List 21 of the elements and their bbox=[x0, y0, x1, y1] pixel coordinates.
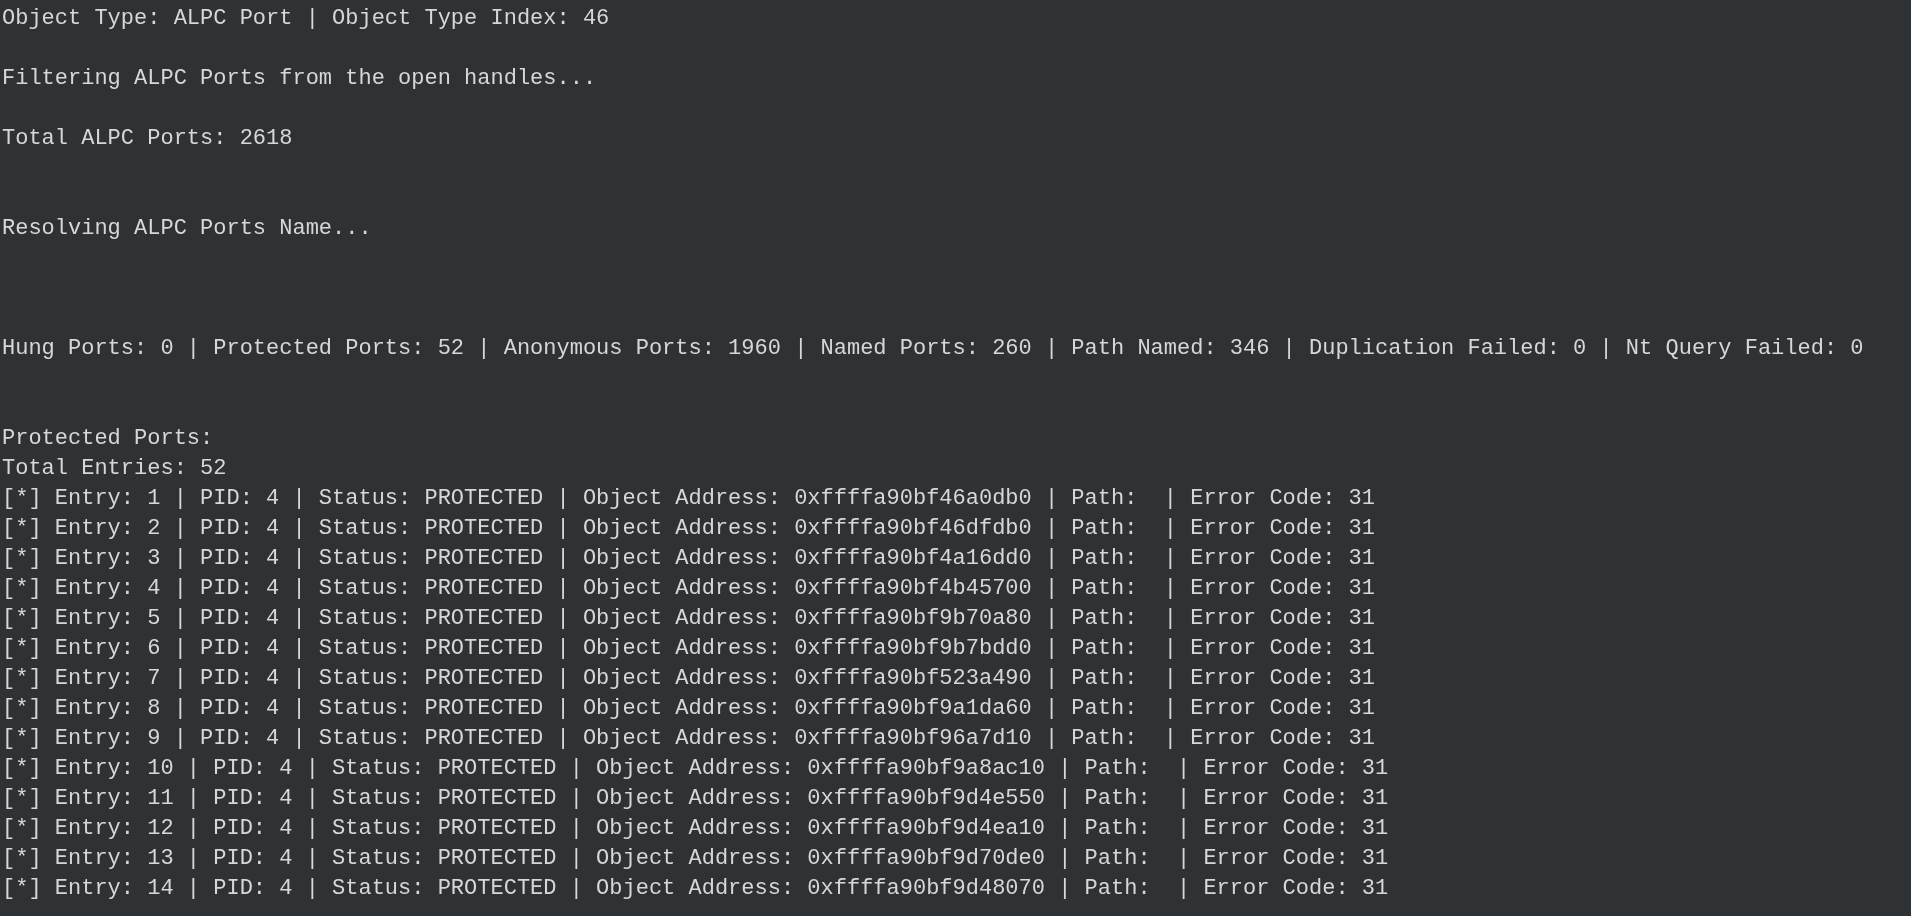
entry-line: [*] Entry: 14 | PID: 4 | Status: PROTECTED | Object Address: 0xffffa90bf9d48070 | Path: | Error Code: 31 bbox=[2, 875, 1389, 903]
entry-line: [*] Entry: 4 | PID: 4 | Status: PROTECTED | Object Address: 0xffffa90bf4b45700 | Path: | Error Code: 31 bbox=[2, 575, 1376, 603]
entry-line: [*] Entry: 5 | PID: 4 | Status: PROTECTED | Object Address: 0xffffa90bf9b70a80 | Path: | Error Code: 31 bbox=[2, 605, 1376, 633]
output-line: Total ALPC Ports: 2618 bbox=[2, 125, 293, 153]
entry-line: [*] Entry: 9 | PID: 4 | Status: PROTECTED | Object Address: 0xffffa90bf96a7d10 | Path: | Error Code: 31 bbox=[2, 725, 1376, 753]
output-line: Hung Ports: 0 | Protected Ports: 52 | Anonymous Ports: 1960 | Named Ports: 260 | Path Named: 346 | Duplication Failed: 0 | Nt Query Failed: 0 bbox=[2, 335, 1864, 363]
section-heading: Protected Ports: bbox=[2, 425, 214, 453]
output-line: Resolving ALPC Ports Name... bbox=[2, 215, 372, 243]
entry-line: [*] Entry: 13 | PID: 4 | Status: PROTECTED | Object Address: 0xffffa90bf9d70de0 | Path: | Error Code: 31 bbox=[2, 845, 1389, 873]
entry-line: [*] Entry: 11 | PID: 4 | Status: PROTECTED | Object Address: 0xffffa90bf9d4e550 | Path: | Error Code: 31 bbox=[2, 785, 1389, 813]
output-line: Total Entries: 52 bbox=[2, 455, 227, 483]
entry-line: [*] Entry: 6 | PID: 4 | Status: PROTECTED | Object Address: 0xffffa90bf9b7bdd0 | Path: | Error Code: 31 bbox=[2, 635, 1376, 663]
entry-line: [*] Entry: 2 | PID: 4 | Status: PROTECTED | Object Address: 0xffffa90bf46dfdb0 | Path: | Error Code: 31 bbox=[2, 515, 1376, 543]
entry-line: [*] Entry: 3 | PID: 4 | Status: PROTECTED | Object Address: 0xffffa90bf4a16dd0 | Path: | Error Code: 31 bbox=[2, 545, 1376, 573]
entry-line: [*] Entry: 1 | PID: 4 | Status: PROTECTED | Object Address: 0xffffa90bf46a0db0 | Path: | Error Code: 31 bbox=[2, 485, 1376, 513]
entry-line: [*] Entry: 10 | PID: 4 | Status: PROTECTED | Object Address: 0xffffa90bf9a8ac10 | Path: | Error Code: 31 bbox=[2, 755, 1389, 783]
entry-line: [*] Entry: 7 | PID: 4 | Status: PROTECTED | Object Address: 0xffffa90bf523a490 | Path: | Error Code: 31 bbox=[2, 665, 1376, 693]
entry-line: [*] Entry: 12 | PID: 4 | Status: PROTECTED | Object Address: 0xffffa90bf9d4ea10 | Path: | Error Code: 31 bbox=[2, 815, 1389, 843]
output-line: Object Type: ALPC Port | Object Type Index: 46 bbox=[2, 5, 610, 33]
entry-line: [*] Entry: 8 | PID: 4 | Status: PROTECTED | Object Address: 0xffffa90bf9a1da60 | Path: | Error Code: 31 bbox=[2, 695, 1376, 723]
output-line: Filtering ALPC Ports from the open handles... bbox=[2, 65, 597, 93]
